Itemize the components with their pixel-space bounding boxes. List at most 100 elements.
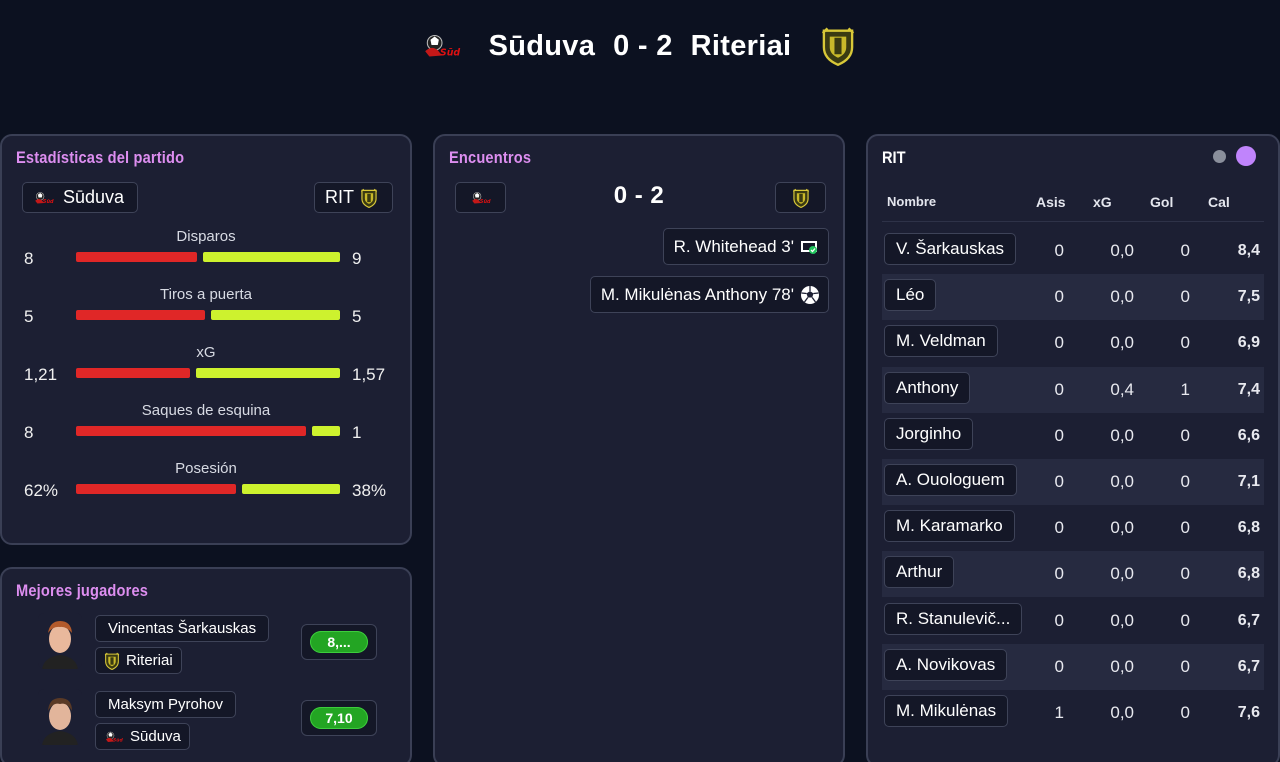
stat-row: Tiros a puerta 5 5 — [2, 286, 410, 344]
cell-goals: 0 — [1180, 703, 1190, 722]
cell-goals: 0 — [1180, 333, 1190, 353]
stat-label: xG — [196, 344, 216, 361]
riteriai-crest-icon — [792, 188, 810, 208]
player-name: Vincentas Šarkauskas — [108, 620, 257, 637]
player-stats-panel: RIT Nombre Asis xG Gol Cal V. Šarkauskas… — [866, 134, 1280, 762]
stat-bar-home — [76, 484, 236, 494]
table-row[interactable]: Anthony 0 0,4 1 7,4 — [882, 366, 1264, 413]
cell-goals: 1 — [1180, 379, 1190, 399]
cell-assists: 0 — [1054, 379, 1064, 399]
player-name: V. Šarkauskas — [896, 239, 1005, 258]
cell-goals: 0 — [1180, 518, 1190, 538]
table-row[interactable]: A. Ouologuem 0 0,0 0 7,1 — [882, 459, 1264, 505]
player-name-chip[interactable]: Vincentas Šarkauskas — [95, 615, 270, 642]
stat-bar — [76, 484, 340, 494]
cell-xg: 0,0 — [1110, 425, 1134, 445]
player-name: A. Ouologuem — [896, 470, 1005, 489]
event-chip[interactable]: M. Mikulėnas Anthony 78' — [589, 276, 829, 313]
stat-away-value: 9 — [352, 249, 362, 268]
event-chip[interactable]: R. Whitehead 3' — [662, 228, 829, 265]
away-crest-chip[interactable] — [775, 182, 826, 213]
stat-away-value: 5 — [352, 307, 362, 326]
cell-assists: 0 — [1054, 425, 1064, 445]
cell-rating: 6,6 — [1237, 426, 1260, 444]
player-name-chip[interactable]: M. Veldman — [884, 325, 998, 358]
table-row[interactable]: M. Veldman 0 0,0 0 6,9 — [882, 320, 1264, 366]
player-team-chip[interactable]: Sūduva — [95, 723, 190, 750]
player-name: R. Stanulevič... — [896, 608, 1011, 628]
player-rating-box: 7,10 — [301, 700, 377, 736]
header-score: 0 - 2 — [613, 29, 673, 62]
column-header-xg[interactable]: xG — [1093, 194, 1112, 210]
stat-row: Posesión 62% 38% — [2, 460, 410, 518]
home-team-chip[interactable]: Sūduva — [22, 182, 138, 213]
player-name-chip[interactable]: A. Ouologuem — [884, 464, 1017, 496]
player-team: Riteriai — [126, 652, 173, 669]
player-team-chip[interactable]: Riteriai — [95, 647, 182, 674]
cell-assists: 0 — [1054, 518, 1064, 538]
cell-assists: 0 — [1054, 287, 1064, 307]
player-name-chip[interactable]: Léo — [884, 279, 937, 312]
cell-rating: 7,4 — [1237, 380, 1260, 398]
player-name-chip[interactable]: Jorginho — [884, 417, 974, 450]
suduva-crest-icon — [421, 25, 463, 67]
save-icon — [800, 239, 820, 255]
table-row[interactable]: R. Stanulevič... 0 0,0 0 6,7 — [882, 598, 1264, 644]
stat-bar-away — [196, 368, 340, 378]
page-dot-active[interactable] — [1236, 146, 1256, 166]
column-header-gol[interactable]: Gol — [1150, 194, 1173, 210]
cell-rating: 6,8 — [1237, 565, 1260, 583]
cell-rating: 6,8 — [1237, 519, 1260, 537]
player-name-chip[interactable]: V. Šarkauskas — [884, 233, 1017, 265]
cell-xg: 0,0 — [1110, 241, 1134, 260]
stat-bar-home — [76, 368, 190, 378]
stat-bar-away — [242, 484, 340, 494]
cell-goals: 0 — [1180, 472, 1190, 491]
table-row[interactable]: V. Šarkauskas 0 0,0 0 8,4 — [882, 228, 1264, 274]
table-team-label: RIT — [882, 148, 906, 167]
table-row[interactable]: Arthur 0 0,0 0 6,8 — [882, 551, 1264, 598]
cell-goals: 0 — [1180, 425, 1190, 445]
match-stats-panel: Estadísticas del partido Sūduva RIT Disp… — [0, 134, 412, 545]
cell-goals: 0 — [1180, 241, 1190, 260]
cell-assists: 0 — [1054, 333, 1064, 353]
cell-xg: 0,0 — [1110, 518, 1134, 538]
table-row[interactable]: A. Novikovas 0 0,0 0 6,7 — [882, 643, 1264, 690]
stat-bar-away — [312, 426, 340, 436]
stat-label: Posesión — [175, 460, 237, 477]
page-dot-inactive[interactable] — [1213, 150, 1226, 163]
player-name: A. Novikovas — [896, 654, 996, 674]
table-row[interactable]: Jorginho 0 0,0 0 6,6 — [882, 413, 1264, 459]
stat-label: Tiros a puerta — [160, 286, 252, 303]
player-name-chip[interactable]: Arthur — [884, 556, 955, 589]
cell-xg: 0,0 — [1110, 703, 1134, 722]
player-name-chip[interactable]: Anthony — [884, 371, 971, 404]
table-row[interactable]: M. Karamarko 0 0,0 0 6,8 — [882, 505, 1264, 551]
table-row[interactable]: Léo 0 0,0 0 7,5 — [882, 274, 1264, 321]
player-name-chip[interactable]: A. Novikovas — [884, 648, 1008, 681]
column-header-name[interactable]: Nombre — [887, 194, 936, 209]
stat-bar — [76, 426, 340, 436]
stat-bar-away — [203, 252, 340, 262]
player-name-chip[interactable]: Maksym Pyrohov — [95, 691, 237, 718]
riteriai-crest-icon — [360, 188, 378, 208]
stat-home-value: 1,21 — [24, 365, 58, 384]
player-name-chip[interactable]: R. Stanulevič... — [884, 602, 1023, 635]
cell-goals: 0 — [1180, 610, 1190, 630]
player-name-chip[interactable]: M. Karamarko — [884, 510, 1015, 543]
header-divider — [882, 221, 1264, 222]
stat-home-value: 8 — [24, 249, 34, 268]
away-team-chip[interactable]: RIT — [314, 182, 393, 213]
home-team-label: Sūduva — [63, 187, 125, 207]
event-text: R. Whitehead 3' — [673, 236, 794, 256]
column-header-cal[interactable]: Cal — [1208, 194, 1230, 210]
table-row[interactable]: M. Mikulėnas 1 0,0 0 7,6 — [882, 690, 1264, 736]
cell-assists: 0 — [1054, 241, 1064, 260]
cell-xg: 0,4 — [1110, 379, 1134, 399]
column-header-asis[interactable]: Asis — [1036, 194, 1066, 210]
stat-home-value: 5 — [24, 307, 34, 326]
stat-bar-away — [211, 310, 340, 320]
player-name-chip[interactable]: M. Mikulėnas — [884, 695, 1009, 727]
stat-bar-home — [76, 310, 205, 320]
cell-rating: 6,9 — [1237, 334, 1260, 352]
